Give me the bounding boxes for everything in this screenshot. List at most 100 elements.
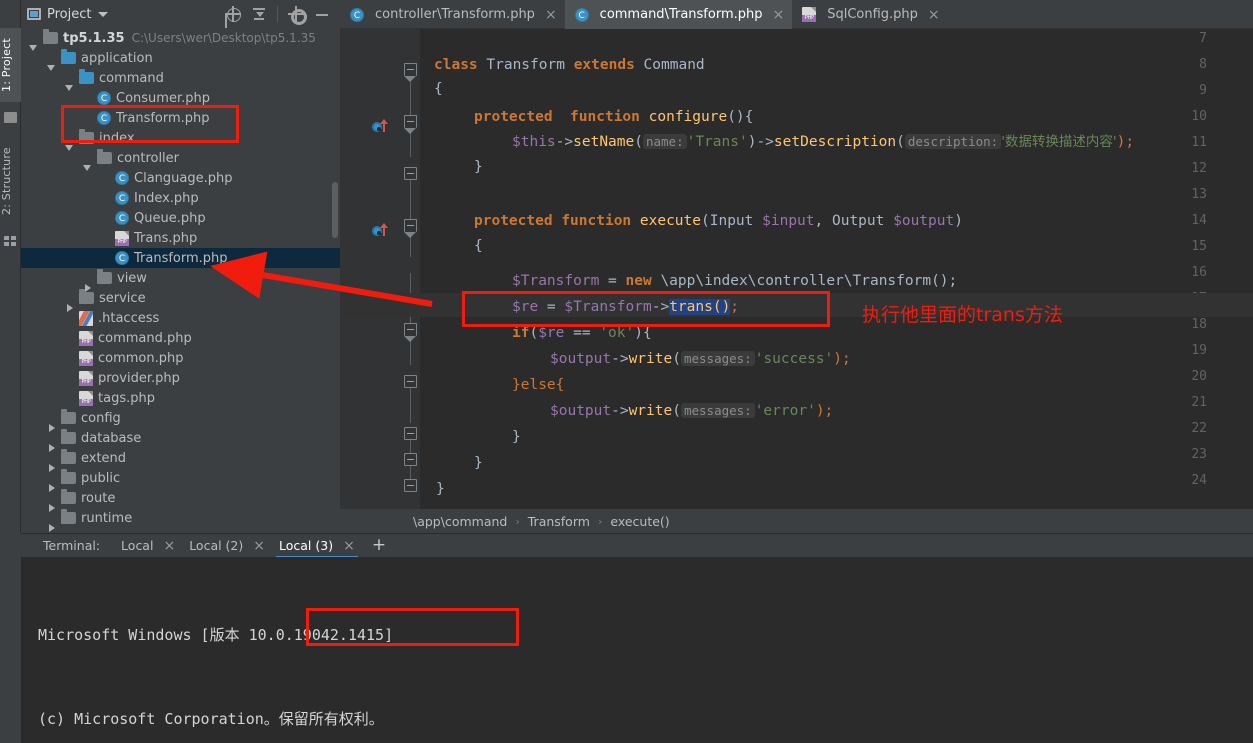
tree-item-label: Trans.php (134, 230, 198, 246)
folder-icon (43, 29, 58, 44)
tree-item-config[interactable]: config (21, 408, 340, 432)
folder-icon (61, 429, 76, 444)
run-gutter-icon[interactable] (372, 223, 390, 239)
project-panel-header: Project (21, 0, 340, 28)
run-gutter-icon[interactable] (372, 119, 390, 135)
code-line-16: $Transform = new \app\index\controller\T… (512, 273, 958, 289)
editor-tab-label: controller\Transform.php (375, 7, 535, 22)
tree-item-view[interactable]: view (21, 268, 340, 292)
close-icon[interactable]: × (343, 539, 355, 553)
tree-item-runtime[interactable]: runtime (21, 508, 340, 532)
tree-item-database[interactable]: database (21, 428, 340, 452)
breadcrumb[interactable]: \app\command › Transform › execute() (340, 509, 1253, 533)
close-icon[interactable]: × (928, 8, 940, 22)
editor-tab-2[interactable]: SqlConfig.php × (792, 0, 947, 29)
folder-icon (4, 112, 17, 123)
collapse-all-icon[interactable] (251, 6, 267, 22)
project-tree[interactable]: tp5.1.35 C:\Users\wer\Desktop\tp5.1.35 app… (21, 28, 340, 533)
code-line-22: } (512, 429, 521, 445)
tree-item-index[interactable]: index (21, 128, 340, 151)
tree-item-command-php[interactable]: command.php (21, 328, 340, 348)
editor-tab-0[interactable]: Ccontroller\Transform.php × (340, 0, 565, 29)
terminal-tab-bar[interactable]: Terminal: Local × Local (2) × Local (3) × + (21, 533, 1253, 558)
gear-icon[interactable] (288, 6, 307, 25)
sidebar-item-project[interactable]: 1: Project (0, 28, 21, 102)
sidebar-item-structure[interactable]: 2: Structure (0, 135, 21, 227)
terminal-tab-0[interactable]: Local × (114, 534, 182, 558)
tree-item-queue-php[interactable]: C Queue.php (21, 208, 340, 228)
tree-item-transform-php[interactable]: C Transform.php (21, 108, 340, 128)
tree-item-label: service (99, 290, 146, 306)
tree-item-label: .htaccess (98, 310, 160, 326)
editor-tab-1[interactable]: Ccommand\Transform.php × (564, 0, 793, 29)
tree-item-transform-php[interactable]: C Transform.php (21, 248, 340, 268)
code-content[interactable]: class Transform extends Command { protec… (340, 29, 1253, 509)
project-panel-toolbar (225, 6, 334, 25)
tree-item-service[interactable]: service (21, 288, 340, 312)
tree-item-tags-php[interactable]: tags.php (21, 388, 340, 408)
breadcrumb-item-2[interactable]: execute() (610, 514, 669, 529)
tree-item-public[interactable]: public (21, 468, 340, 492)
fold-toggle[interactable] (404, 323, 417, 342)
tree-item--htaccess[interactable]: .htaccess (21, 308, 340, 328)
code-editor[interactable]: 789101112131415161718192021222324 class … (340, 29, 1253, 509)
fold-toggle[interactable] (404, 479, 417, 492)
breadcrumb-item-0[interactable]: \app\command (413, 514, 507, 529)
tree-item-label: database (81, 430, 142, 446)
terminal-output-panel[interactable]: Microsoft Windows [版本 10.0.19042.1415] (… (21, 557, 1253, 743)
editor-tab-label: SqlConfig.php (827, 7, 918, 22)
fold-toggle[interactable] (404, 427, 417, 440)
folder-icon (79, 289, 94, 304)
tree-item-command[interactable]: command (21, 68, 340, 91)
tree-item-label: controller (117, 150, 180, 166)
php-file-icon (79, 390, 93, 406)
folder-icon (61, 469, 76, 484)
chevron-down-icon[interactable] (98, 11, 109, 17)
fold-toggle[interactable] (404, 219, 417, 238)
tree-item-provider-php[interactable]: provider.php (21, 368, 340, 388)
close-icon[interactable]: × (163, 539, 175, 553)
code-line-23: } (474, 455, 483, 471)
fold-toggle[interactable] (404, 115, 417, 134)
fold-toggle[interactable] (404, 453, 417, 466)
tree-item-common-php[interactable]: common.php (21, 348, 340, 368)
tree-item-route[interactable]: route (21, 488, 340, 512)
structure-grid-icon (4, 236, 17, 246)
tree-item-label: extend (81, 450, 127, 466)
fold-toggle[interactable] (404, 63, 417, 82)
tree-item-extend[interactable]: extend (21, 448, 340, 472)
tree-item-label: view (117, 270, 147, 286)
tree-item-label: Index.php (134, 190, 199, 206)
editor-tab-bar[interactable]: Ccontroller\Transform.php × Ccommand\Trans… (340, 0, 1253, 29)
editor-fold-column (402, 29, 420, 509)
code-line-14: protected function execute(Input $input,… (474, 213, 963, 229)
tree-item-consumer-php[interactable]: C Consumer.php (21, 88, 340, 108)
terminal-tab-1[interactable]: Local (2) × (182, 534, 272, 558)
terminal-tab-label: Local (2) (189, 538, 244, 553)
terminal-output-text: Microsoft Windows [版本 10.0.19042.1415] (… (38, 565, 444, 743)
tree-item-clanguage-php[interactable]: C Clanguage.php (21, 168, 340, 188)
close-icon[interactable]: × (253, 539, 265, 553)
locate-icon[interactable] (225, 6, 241, 22)
fold-toggle[interactable] (404, 167, 417, 180)
tree-item-application[interactable]: application (21, 48, 340, 71)
php-file-icon (79, 350, 93, 366)
minimize-icon[interactable] (314, 6, 330, 22)
php-file-icon (115, 230, 129, 246)
breadcrumb-item-1[interactable]: Transform (528, 514, 590, 529)
tree-item-label: runtime (81, 510, 133, 526)
tree-item-tp5-1-35[interactable]: tp5.1.35 C:\Users\wer\Desktop\tp5.1.35 (21, 28, 340, 51)
tree-item-trans-php[interactable]: Trans.php (21, 228, 340, 248)
fold-toggle[interactable] (404, 375, 417, 388)
tree-item-index-php[interactable]: C Index.php (21, 188, 340, 208)
tree-item-label: Consumer.php (116, 90, 210, 106)
close-icon[interactable]: × (772, 8, 784, 22)
tree-item-label: Transform.php (116, 110, 210, 126)
php-class-icon: C (115, 171, 129, 185)
project-tree-scrollbar[interactable] (332, 182, 338, 238)
editor-tab-label: command\Transform.php (599, 7, 763, 22)
tree-item-controller[interactable]: controller (21, 148, 340, 171)
close-icon[interactable]: × (545, 8, 557, 22)
add-terminal-button[interactable]: + (372, 537, 386, 554)
terminal-tab-2[interactable]: Local (3) × (272, 534, 362, 558)
